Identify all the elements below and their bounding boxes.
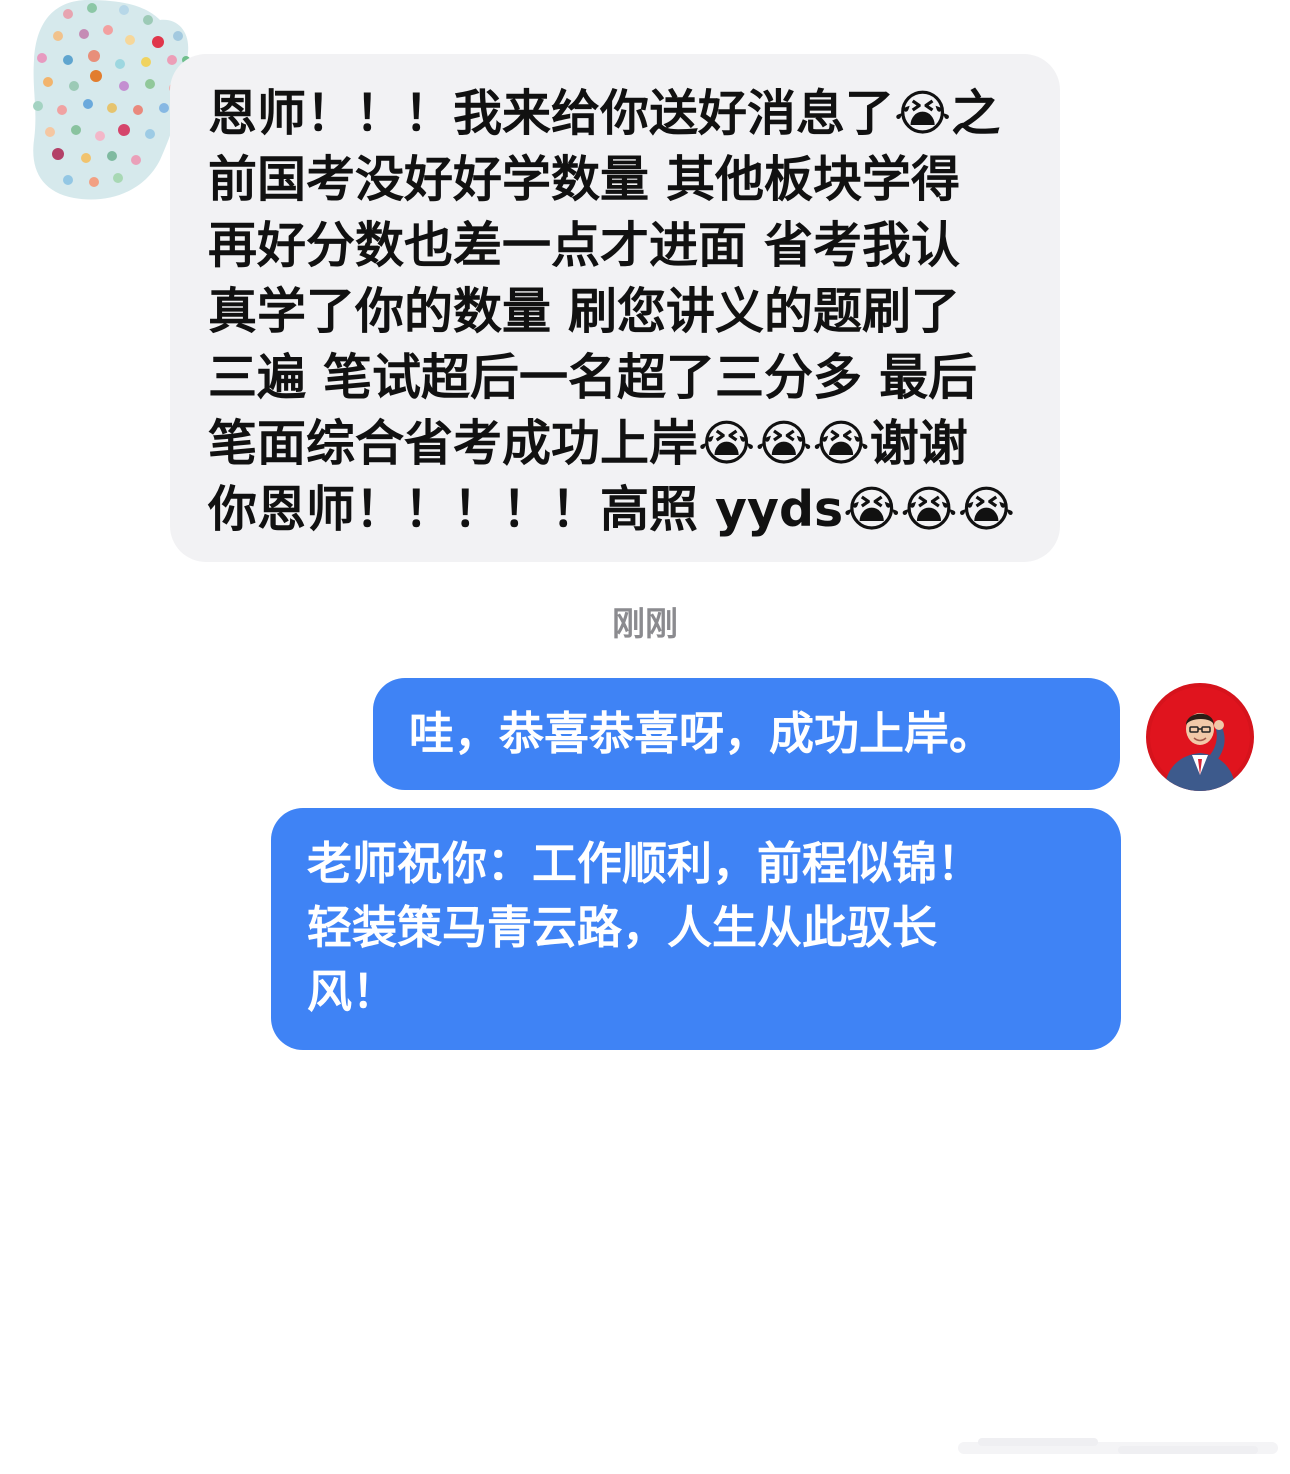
message-timestamp: 刚刚 bbox=[612, 604, 678, 643]
incoming-message-text: 恩师！！！我来给你送好消息了😭之 前国考没好好学数量 其他板块学得 再好分数也差… bbox=[208, 85, 1015, 538]
outgoing-message-bubble[interactable]: 老师祝你：工作顺利，前程似锦！ 轻装策马青云路，人生从此驭长 风！ bbox=[271, 808, 1121, 1050]
incoming-message-bubble[interactable]: 恩师！！！我来给你送好消息了😭之 前国考没好好学数量 其他板块学得 再好分数也差… bbox=[170, 54, 1060, 562]
polka-dot-avatar-icon bbox=[33, 0, 190, 200]
outgoing-message-bubble[interactable]: 哇，恭喜恭喜呀，成功上岸。 bbox=[373, 678, 1120, 790]
watermark-icon bbox=[958, 1428, 1278, 1464]
teacher-portrait-icon bbox=[1146, 683, 1254, 791]
teacher-avatar[interactable] bbox=[1146, 683, 1254, 791]
sender-avatar[interactable] bbox=[28, 0, 190, 202]
